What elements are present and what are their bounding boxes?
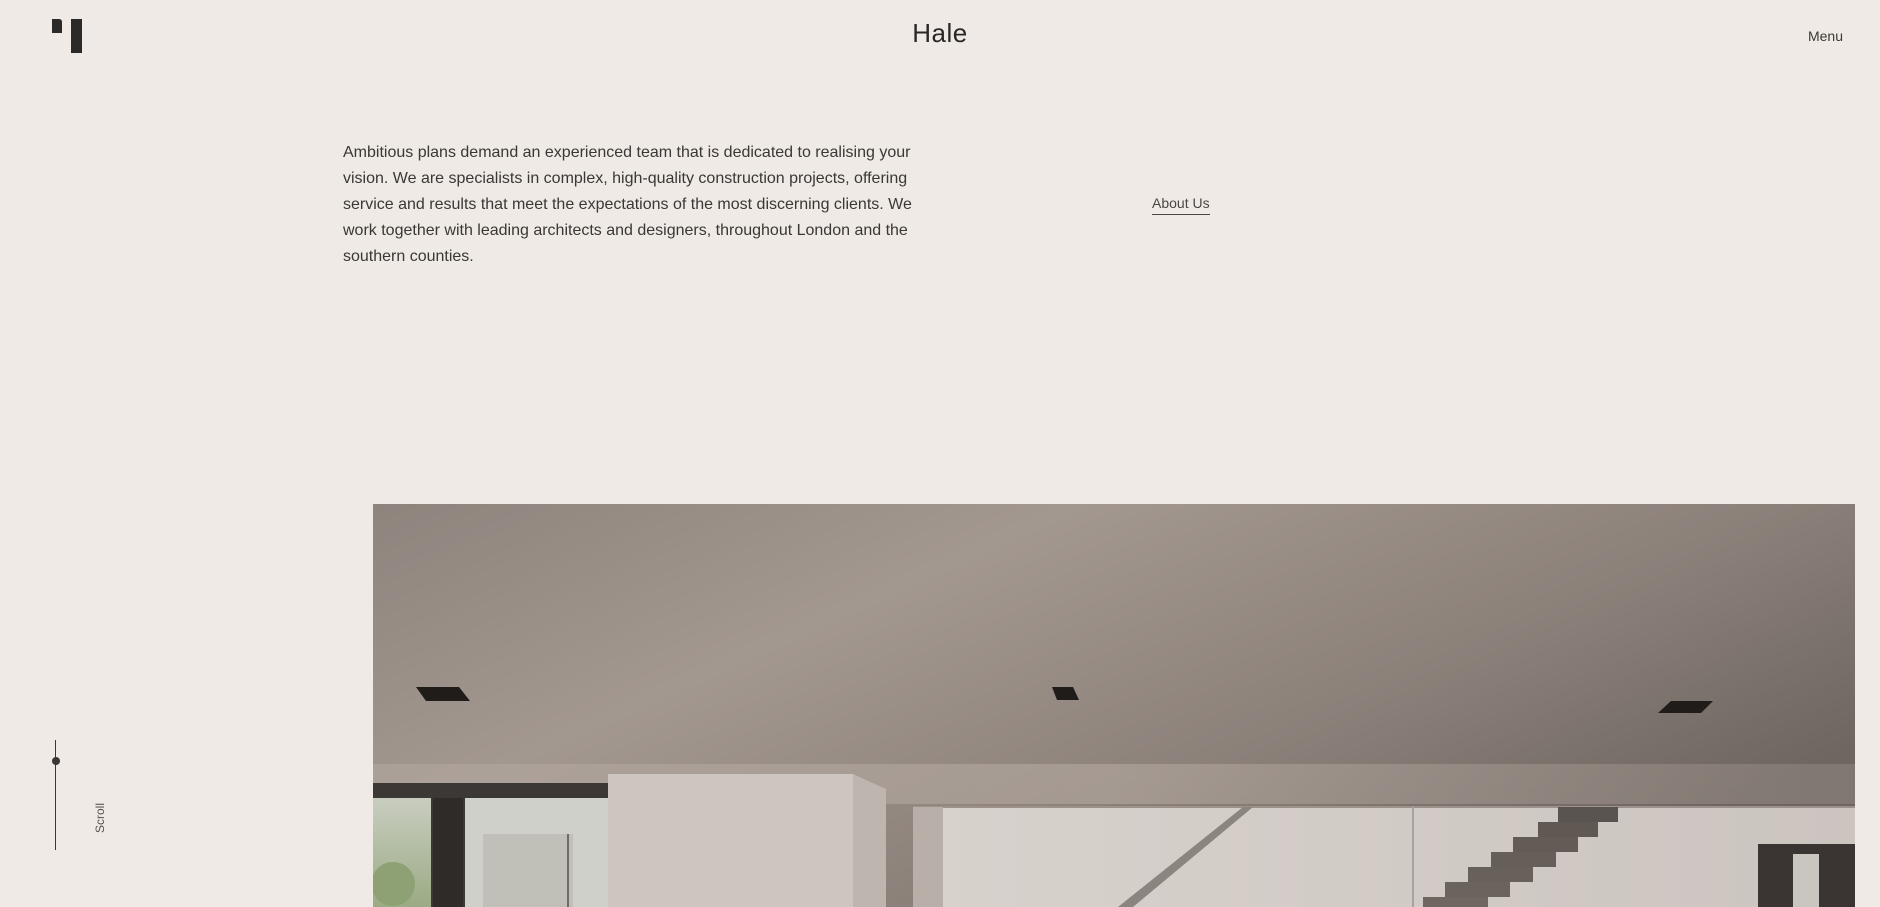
brand-title: Hale (912, 18, 968, 48)
scroll-indicator-dot (52, 757, 60, 765)
about-us-link[interactable]: About Us (1152, 195, 1210, 215)
scroll-label: Scroll (93, 802, 107, 833)
hero-image (373, 504, 1855, 907)
intro-text: Ambitious plans demand an experienced te… (343, 144, 912, 265)
menu-button[interactable]: Menu (1808, 28, 1843, 44)
